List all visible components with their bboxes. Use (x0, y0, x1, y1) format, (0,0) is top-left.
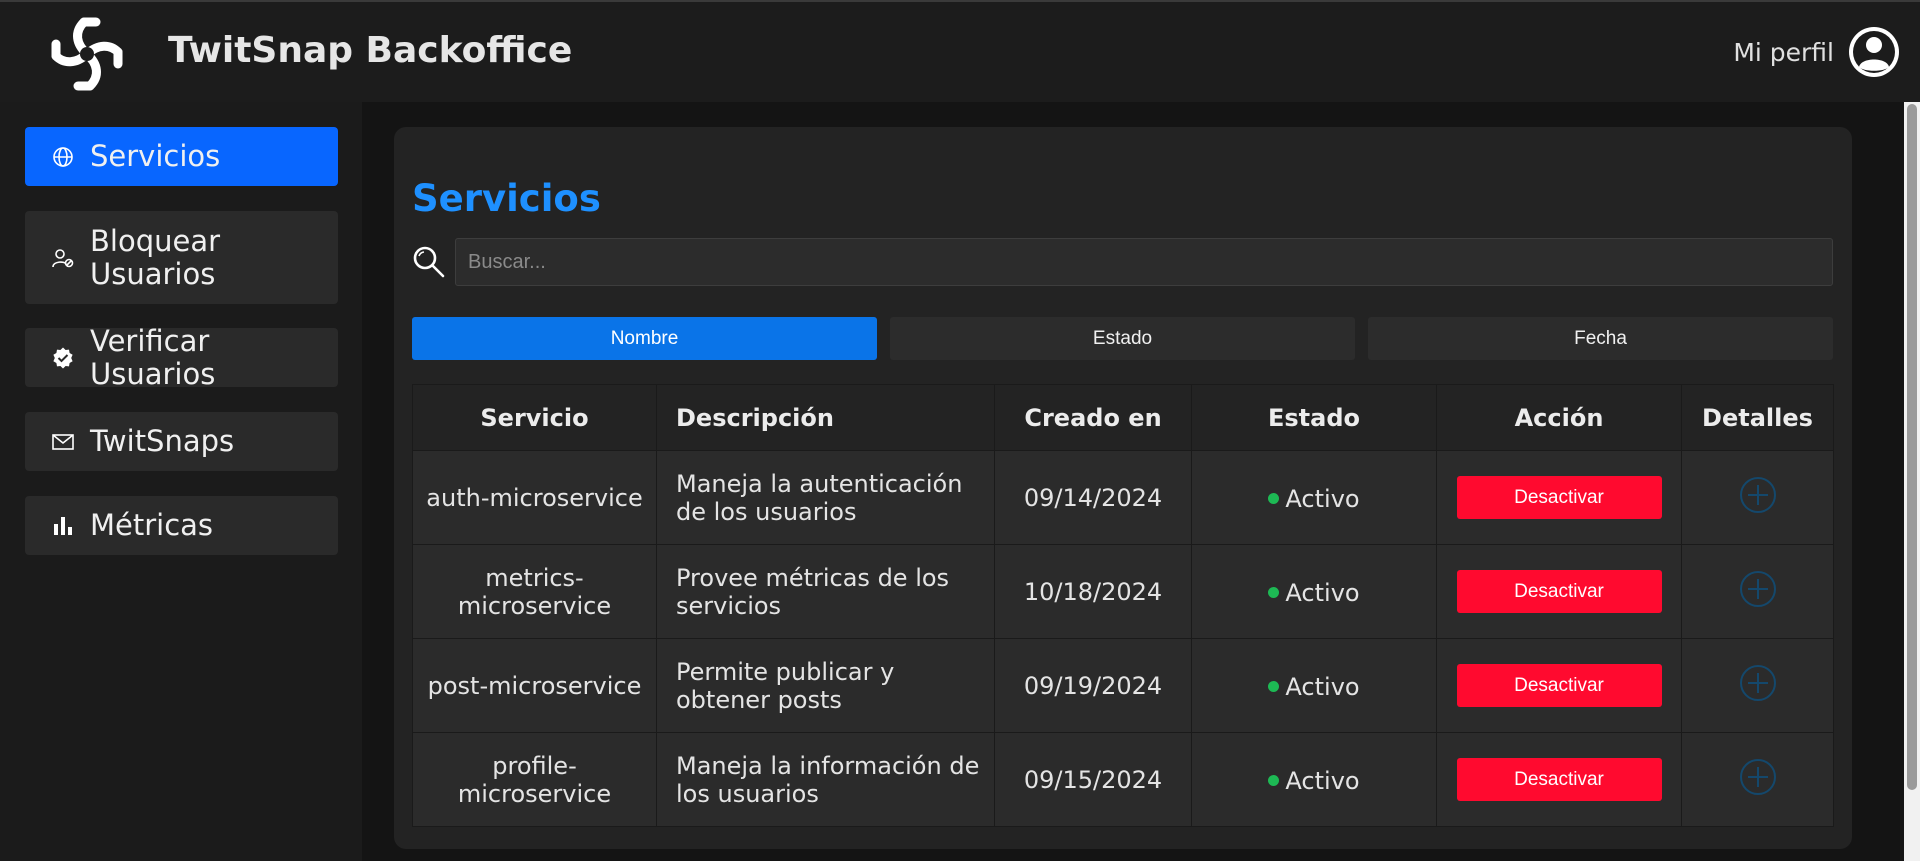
services-table: Servicio Descripción Creado en Estado Ac… (412, 384, 1834, 827)
sidebar-item-label: TwitSnaps (90, 424, 235, 458)
status-dot-icon (1268, 587, 1280, 599)
vertical-scrollbar[interactable] (1904, 102, 1920, 861)
search-input[interactable] (455, 238, 1833, 286)
status-badge: Activo (1285, 672, 1360, 701)
details-cell (1681, 544, 1834, 639)
status-dot-icon (1268, 493, 1280, 505)
created-date: 09/14/2024 (994, 450, 1192, 545)
profile-label[interactable]: Mi perfil (1733, 38, 1834, 67)
add-details-icon[interactable] (1738, 663, 1778, 703)
sidebar-item-twitsnaps[interactable]: TwitSnaps (25, 412, 338, 471)
service-description: Maneja la autenticación de los usuarios (656, 450, 995, 545)
status-dot-icon (1268, 681, 1280, 693)
status-cell: Activo (1191, 450, 1437, 545)
deactivate-button[interactable]: Desactivar (1456, 476, 1662, 519)
action-cell: Desactivar (1436, 544, 1682, 639)
sidebar-item-bloquear-usuarios[interactable]: Bloquear Usuarios (25, 211, 338, 304)
status-badge: Activo (1285, 484, 1360, 513)
service-name: auth-microservice (412, 450, 657, 545)
status-dot-icon (1268, 775, 1280, 787)
verified-badge-icon (50, 345, 76, 371)
table-row: auth-microservice Maneja la autenticació… (412, 450, 1834, 545)
column-header-servicio[interactable]: Servicio (412, 384, 657, 451)
page-title: Servicios (412, 177, 601, 220)
globe-icon (50, 144, 76, 170)
service-name: metrics-microservice (412, 544, 657, 639)
user-avatar-icon[interactable] (1848, 26, 1900, 78)
deactivate-button[interactable]: Desactivar (1456, 570, 1662, 613)
status-cell: Activo (1191, 732, 1437, 827)
table-row: profile-microservice Maneja la informaci… (412, 732, 1834, 827)
action-cell: Desactivar (1436, 450, 1682, 545)
status-badge: Activo (1285, 578, 1360, 607)
search-icon[interactable] (412, 245, 446, 279)
column-header-creado-en[interactable]: Creado en (994, 384, 1192, 451)
status-badge: Activo (1285, 766, 1360, 795)
scrollbar-thumb[interactable] (1907, 104, 1917, 790)
sidebar-item-label: Bloquear Usuarios (90, 223, 221, 291)
sidebar-item-verificar-usuarios[interactable]: Verificar Usuarios (25, 324, 338, 390)
status-cell: Activo (1191, 544, 1437, 639)
add-details-icon[interactable] (1738, 569, 1778, 609)
envelope-icon (50, 429, 76, 455)
deactivate-button[interactable]: Desactivar (1456, 758, 1662, 801)
column-header-detalles: Detalles (1681, 384, 1834, 451)
created-date: 09/19/2024 (994, 638, 1192, 733)
sidebar-item-metricas[interactable]: Métricas (25, 496, 338, 555)
add-details-icon[interactable] (1738, 757, 1778, 797)
details-cell (1681, 638, 1834, 733)
column-header-estado[interactable]: Estado (1191, 384, 1437, 451)
app-title: TwitSnap Backoffice (168, 30, 573, 71)
details-cell (1681, 732, 1834, 827)
created-date: 10/18/2024 (994, 544, 1192, 639)
column-header-accion: Acción (1436, 384, 1682, 451)
sort-by-estado-button[interactable]: Estado (890, 317, 1355, 360)
deactivate-button[interactable]: Desactivar (1456, 664, 1662, 707)
top-bar: TwitSnap Backoffice Mi perfil (0, 2, 1920, 102)
sidebar-item-label: Verificar Usuarios (90, 323, 216, 391)
sidebar-item-label: Servicios (90, 139, 221, 173)
sidebar-item-label: Métricas (90, 508, 214, 542)
status-cell: Activo (1191, 638, 1437, 733)
sidebar-item-servicios[interactable]: Servicios (25, 127, 338, 186)
sort-by-fecha-button[interactable]: Fecha (1368, 317, 1833, 360)
twitsnap-logo-icon[interactable] (46, 14, 128, 94)
sidebar: Servicios Bloquear Usuarios Verificar Us… (0, 102, 362, 861)
table-row: metrics-microservice Provee métricas de … (412, 544, 1834, 639)
service-name: profile-microservice (412, 732, 657, 827)
service-description: Provee métricas de los servicios (656, 544, 995, 639)
action-cell: Desactivar (1436, 638, 1682, 733)
service-name: post-microservice (412, 638, 657, 733)
created-date: 09/15/2024 (994, 732, 1192, 827)
service-description: Permite publicar y obtener posts (656, 638, 995, 733)
column-header-descripcion[interactable]: Descripción (656, 384, 995, 451)
add-details-icon[interactable] (1738, 475, 1778, 515)
sort-by-nombre-button[interactable]: Nombre (412, 317, 877, 360)
action-cell: Desactivar (1436, 732, 1682, 827)
user-block-icon (50, 245, 76, 271)
profile-menu[interactable]: Mi perfil (1733, 26, 1900, 78)
bar-chart-icon (50, 513, 76, 539)
table-header-row: Servicio Descripción Creado en Estado Ac… (412, 384, 1834, 451)
details-cell (1681, 450, 1834, 545)
table-row: post-microservice Permite publicar y obt… (412, 638, 1834, 733)
services-panel: Servicios Nombre Estado Fecha Servicio D… (394, 127, 1852, 849)
service-description: Maneja la información de los usuarios (656, 732, 995, 827)
